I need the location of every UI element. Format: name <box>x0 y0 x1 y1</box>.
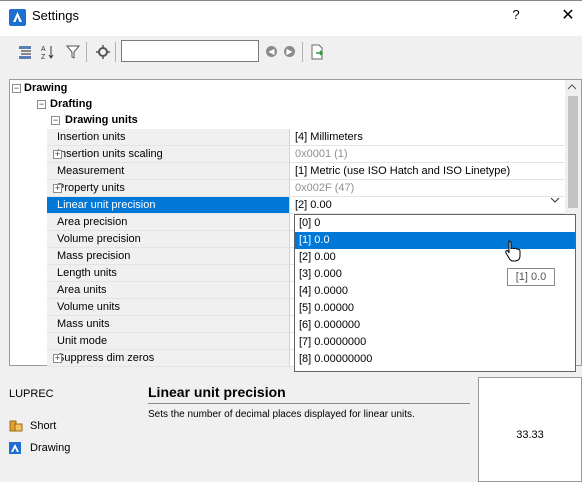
property-name: Area units <box>47 282 290 299</box>
help-button[interactable]: ? <box>508 7 524 25</box>
property-name: Linear unit precision <box>47 197 290 214</box>
toolbar-separator <box>86 42 87 62</box>
tree-node-drawing-units[interactable]: Drawing units <box>65 112 138 129</box>
app-logo-icon <box>9 9 26 26</box>
dropdown-option[interactable]: [7] 0.0000000 <box>295 334 575 351</box>
next-result-button[interactable]: ▶ <box>284 46 295 57</box>
search-input[interactable] <box>121 40 259 62</box>
dropdown-option[interactable]: [0] 0 <box>295 215 575 232</box>
collapse-toggle[interactable]: − <box>51 116 60 125</box>
dropdown-option[interactable]: [8] 0.00000000 <box>295 351 575 368</box>
categorized-view-icon[interactable] <box>18 44 32 60</box>
property-name: Mass units <box>47 316 290 333</box>
property-row[interactable]: Measurement [1] Metric (use ISO Hatch an… <box>47 163 575 180</box>
property-name: Unit mode <box>47 333 290 350</box>
property-name: Length units <box>47 265 290 282</box>
property-name: Measurement <box>47 163 290 180</box>
drawing-scope-icon <box>9 442 21 454</box>
close-button[interactable]: ✕ <box>560 5 576 24</box>
scrollbar-thumb[interactable] <box>568 96 578 208</box>
property-value[interactable]: 0x002F (47) <box>290 180 575 197</box>
property-value[interactable]: [4] Millimeters <box>290 129 575 146</box>
dropdown-option[interactable]: [2] 0.00 <box>295 249 575 266</box>
tree-node-drawing[interactable]: Drawing <box>24 80 67 97</box>
property-row-selected[interactable]: Linear unit precision [2] 0.00 <box>47 197 575 214</box>
property-name: Volume units <box>47 299 290 316</box>
property-name: Property units <box>47 180 290 197</box>
property-name: Insertion units <box>47 129 290 146</box>
property-name: Suppress dim zeros <box>47 350 290 367</box>
mouse-cursor-icon <box>505 240 521 265</box>
sort-alphabetical-icon[interactable]: AZ <box>41 44 55 61</box>
tree-node-drafting[interactable]: Drafting <box>50 96 92 113</box>
command-name: LUPREC <box>9 388 54 400</box>
toolbar-separator <box>302 42 303 62</box>
scope-label: Drawing <box>30 442 71 454</box>
title-bar <box>0 0 582 36</box>
property-name: Volume precision <box>47 231 290 248</box>
property-row[interactable]: Property units 0x002F (47) <box>47 180 575 197</box>
chevron-down-icon[interactable] <box>550 196 560 207</box>
description-divider <box>148 403 470 404</box>
expand-toggle[interactable]: + <box>53 354 62 363</box>
expand-toggle[interactable]: + <box>53 184 62 193</box>
preview-value: 33.33 <box>516 429 544 441</box>
dropdown-option-highlighted[interactable]: [1] 0.0 <box>295 232 575 249</box>
property-name: Mass precision <box>47 248 290 265</box>
filter-icon[interactable] <box>65 44 81 60</box>
property-value-combo[interactable]: [2] 0.00 <box>290 197 575 214</box>
scroll-up-icon[interactable] <box>566 83 578 93</box>
dropdown-option[interactable]: [6] 0.000000 <box>295 317 575 334</box>
property-value[interactable]: [1] Metric (use ISO Hatch and ISO Linety… <box>290 163 575 180</box>
property-row[interactable]: Insertion units [4] Millimeters <box>47 129 575 146</box>
toolbar-separator <box>115 42 116 62</box>
property-value[interactable]: 0x0001 (1) <box>290 146 575 163</box>
variable-type-label: Short <box>30 420 57 432</box>
property-name: Insertion units scaling <box>47 146 290 163</box>
tooltip: [1] 0.0 <box>507 268 555 286</box>
expand-toggle[interactable]: + <box>53 150 62 159</box>
variable-type-icon <box>9 418 23 435</box>
svg-text:A: A <box>41 46 46 53</box>
export-icon[interactable] <box>310 44 324 60</box>
property-name: Area precision <box>47 214 290 231</box>
description-text: Sets the number of decimal places displa… <box>148 409 415 420</box>
description-title: Linear unit precision <box>148 384 286 400</box>
collapse-toggle[interactable]: − <box>12 84 21 93</box>
dropdown-option[interactable]: [5] 0.00000 <box>295 300 575 317</box>
window-title: Settings <box>32 8 79 23</box>
property-row[interactable]: Insertion units scaling 0x0001 (1) <box>47 146 575 163</box>
precision-dropdown-list[interactable]: [0] 0 [1] 0.0 [2] 0.00 [3] 0.000 [4] 0.0… <box>294 214 576 372</box>
svg-text:Z: Z <box>41 54 46 60</box>
previous-result-button[interactable]: ◀ <box>266 46 277 57</box>
settings-filter-icon[interactable] <box>96 44 110 60</box>
collapse-toggle[interactable]: − <box>37 100 46 109</box>
